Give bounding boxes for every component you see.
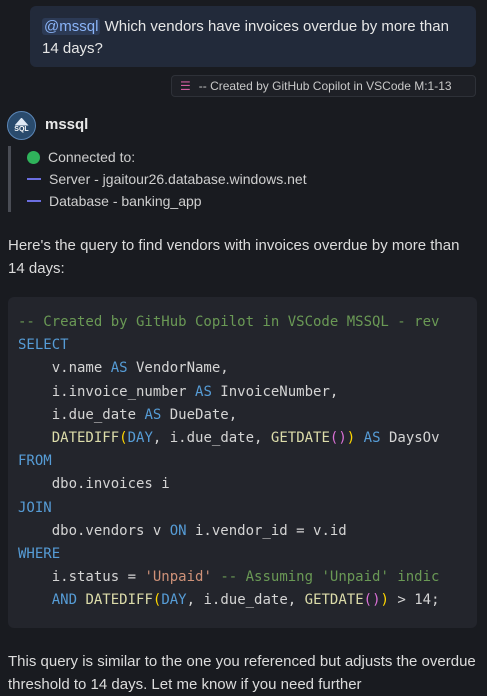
code-line: i.status = 'Unpaid' -- Assuming 'Unpaid'… — [18, 569, 440, 586]
reference-label: -- Created by GitHub Copilot in VSCode M… — [198, 79, 452, 93]
connected-status-icon — [27, 150, 40, 164]
code-line: WHERE — [18, 546, 61, 563]
code-line: JOIN — [18, 499, 52, 516]
reference-pill[interactable]: ☰ -- Created by GitHub Copilot in VSCode… — [171, 75, 476, 97]
mssql-mention[interactable]: @mssql — [42, 18, 101, 35]
server-label: Server - jgaitour26.database.windows.net — [49, 171, 307, 187]
mssql-avatar: SQL — [7, 111, 36, 140]
connection-status: Connected to: — [48, 149, 136, 165]
avatar-label: SQL — [14, 125, 29, 133]
code-line: FROM — [18, 453, 52, 470]
user-message-bubble: @mssql Which vendors have invoices overd… — [30, 6, 476, 67]
code-line: v.name AS VendorName, — [18, 360, 229, 377]
database-label: Database - banking_app — [49, 193, 202, 209]
response-intro: Here's the query to find vendors with in… — [8, 237, 460, 277]
server-dash-icon — [27, 178, 41, 180]
connection-info: Connected to: Server - jgaitour26.databa… — [8, 146, 476, 212]
avatar-cap-icon — [14, 117, 29, 126]
code-line: dbo.invoices i — [18, 476, 170, 493]
sql-code-block[interactable]: -- Created by GitHub Copilot in VSCode M… — [8, 297, 477, 628]
user-message-text: Which vendors have invoices overdue by m… — [42, 18, 449, 57]
code-line: -- Created by GitHub Copilot in VSCode M… — [18, 314, 440, 330]
code-line: SELECT — [18, 337, 69, 354]
database-icon: ☰ — [180, 79, 191, 93]
response-outro: This query is similar to the one you ref… — [8, 653, 476, 693]
bot-name: mssql — [45, 116, 89, 133]
code-line: i.due_date AS DueDate, — [18, 406, 238, 423]
database-row: Database - banking_app — [27, 190, 476, 212]
code-line: dbo.vendors v ON i.vendor_id = v.id — [18, 522, 347, 539]
server-row: Server - jgaitour26.database.windows.net — [27, 168, 476, 190]
code-line: AND DATEDIFF(DAY, i.due_date, GETDATE())… — [51, 592, 440, 609]
database-dash-icon — [27, 200, 41, 202]
code-line: DATEDIFF(DAY, i.due_date, GETDATE()) AS … — [51, 430, 440, 447]
code-line: i.invoice_number AS InvoiceNumber, — [18, 383, 339, 400]
connection-status-row: Connected to: — [27, 146, 476, 168]
